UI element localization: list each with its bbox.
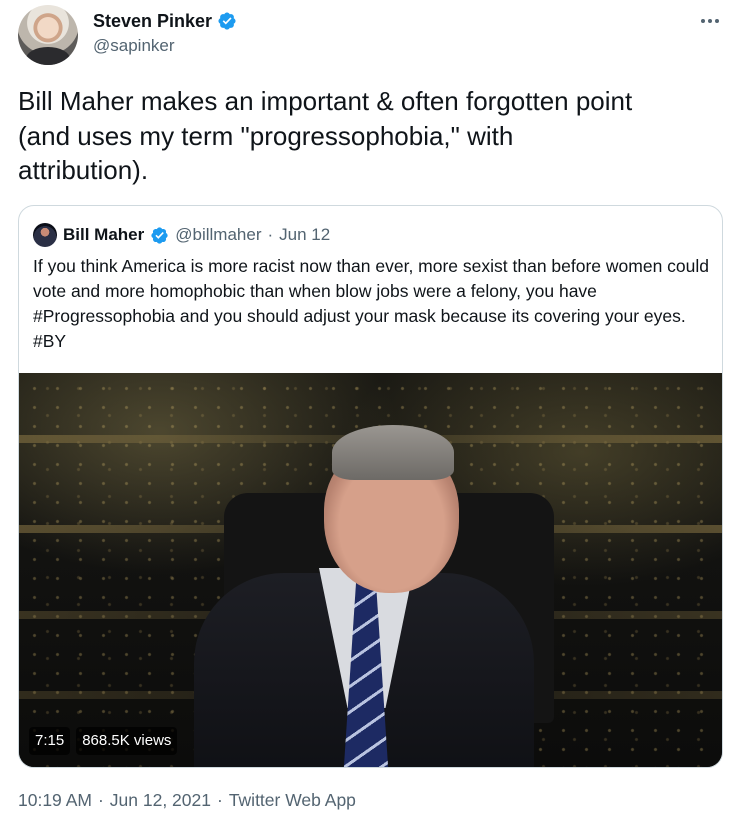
more-dots-icon[interactable] bbox=[698, 9, 722, 33]
meta-separator: · bbox=[216, 790, 223, 810]
author-handle[interactable]: @sapinker bbox=[93, 35, 175, 57]
quoted-header: Bill Maher @billmaher · Jun 12 bbox=[33, 223, 330, 247]
more-dots-glyph bbox=[701, 19, 719, 23]
tweet: Steven Pinker @sapinker Bill Maher makes… bbox=[0, 0, 740, 833]
video-badges: 7:15 868.5K views bbox=[29, 727, 178, 755]
tweet-time[interactable]: 10:19 AM bbox=[18, 788, 92, 812]
quoted-tweet-card[interactable]: Bill Maher @billmaher · Jun 12 If you th… bbox=[18, 205, 723, 768]
tweet-date[interactable]: Jun 12, 2021 bbox=[110, 788, 211, 812]
quoted-separator: · bbox=[267, 225, 274, 244]
tweet-text: Bill Maher makes an important & often fo… bbox=[18, 86, 633, 185]
author-avatar[interactable] bbox=[18, 5, 78, 65]
video-views: 868.5K views bbox=[76, 727, 178, 755]
tweet-meta: 10:19 AM · Jun 12, 2021 · Twitter Web Ap… bbox=[18, 788, 356, 812]
quoted-display-name: Bill Maher bbox=[63, 225, 145, 244]
meta-separator: · bbox=[97, 790, 104, 810]
quoted-handle: @billmaher bbox=[175, 225, 262, 244]
verified-badge-icon bbox=[151, 226, 168, 244]
author-display-name[interactable]: Steven Pinker bbox=[93, 9, 212, 33]
quoted-text: If you think America is more racist now … bbox=[33, 256, 710, 351]
hair bbox=[332, 425, 454, 480]
tweet-client[interactable]: Twitter Web App bbox=[229, 788, 356, 812]
author-name-row[interactable]: Steven Pinker bbox=[93, 9, 237, 33]
quoted-date: Jun 12 bbox=[279, 225, 331, 244]
quoted-avatar bbox=[33, 223, 57, 247]
avatar-shirt bbox=[26, 47, 70, 65]
video-player[interactable]: 7:15 868.5K views bbox=[19, 373, 722, 767]
verified-badge-icon bbox=[218, 12, 236, 30]
video-duration: 7:15 bbox=[29, 727, 71, 755]
